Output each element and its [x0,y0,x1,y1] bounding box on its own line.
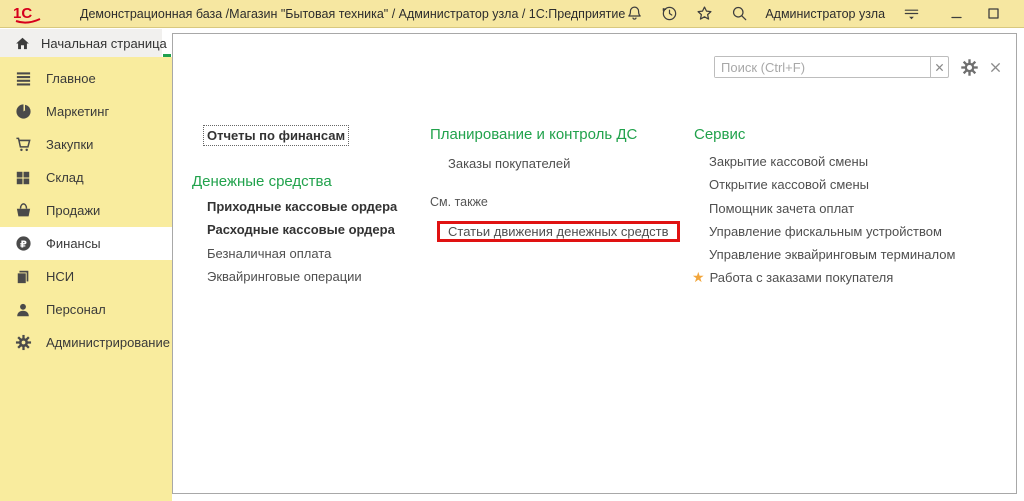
tab-home-label: Начальная страница [41,36,167,51]
minimize-button[interactable] [947,5,965,23]
link-cashless-payment[interactable]: Безналичная оплата [207,242,397,265]
column-planning: Планирование и контроль ДС Заказы покупа… [430,125,680,242]
person-icon [14,301,32,319]
panel-close-icon[interactable] [990,62,1001,73]
link-outgoing-cash-orders[interactable]: Расходные кассовые ордера [207,218,397,241]
sidebar-item-nsi[interactable]: НСИ [0,260,172,293]
section-title-planning: Планирование и контроль ДС [430,125,680,145]
finance-reports-link[interactable]: Отчеты по финансам [203,125,349,146]
link-payment-offset-assistant[interactable]: Помощник зачета оплат [709,197,955,220]
sidebar-item-label: Склад [46,170,84,185]
sidebar: Главное Маркетинг Закупки [0,57,172,501]
workspace: Начальная страница Главное Маркетинг [0,29,1024,501]
column-service: Сервис Закрытие кассовой смены Открытие … [694,125,955,290]
stacked-pages-icon [14,268,32,286]
svg-text:₽: ₽ [20,239,27,250]
current-user[interactable]: Администратор узла [765,7,885,21]
link-customer-orders-work[interactable]: Работа с заказами покупателя [710,266,894,289]
sidebar-item-personnel[interactable]: Персонал [0,293,172,326]
service-menu-icon[interactable] [902,5,920,23]
home-icon [13,34,31,52]
notifications-bell-icon[interactable] [625,5,643,23]
search-clear-button[interactable] [930,57,948,77]
maximize-button[interactable] [984,5,1002,23]
section-title-cash: Денежные средства [192,172,397,192]
sidebar-item-administration[interactable]: Администрирование [0,326,172,359]
sidebar-item-main[interactable]: Главное [0,62,172,95]
sidebar-item-purchases[interactable]: Закупки [0,128,172,161]
ruble-circle-icon: ₽ [14,235,32,253]
search-input[interactable] [715,57,930,77]
panel-settings-gear-icon[interactable] [960,58,979,77]
sidebar-item-label: Персонал [46,302,106,317]
sidebar-item-label: Администрирование [46,335,170,350]
1c-logo-icon: 1С [10,3,44,25]
titlebar: 1С Демонстрационная база /Магазин "Бытов… [0,0,1024,28]
favorite-star-icon: ★ [692,266,705,289]
search-box [714,56,949,78]
sidebar-item-marketing[interactable]: Маркетинг [0,95,172,128]
favorites-star-icon[interactable] [695,5,713,23]
basket-icon [14,202,32,220]
sidebar-item-label: Продажи [46,203,100,218]
svg-text:1С: 1С [13,5,32,22]
history-icon[interactable] [660,5,678,23]
link-acquiring-operations[interactable]: Эквайринговые операции [207,265,397,288]
link-cash-flow-items-highlighted[interactable]: Статьи движения денежных средств [437,221,680,242]
link-open-cash-shift[interactable]: Открытие кассовой смены [709,173,955,196]
sidebar-item-label: Финансы [46,236,101,251]
section-title-service: Сервис [694,125,955,145]
sidebar-item-sales[interactable]: Продажи [0,194,172,227]
window-title: Демонстрационная база /Магазин "Бытовая … [80,7,625,21]
sidebar-item-label: Маркетинг [46,104,109,119]
sidebar-item-label: НСИ [46,269,74,284]
section-functions-panel: Отчеты по финансам Денежные средства При… [172,33,1017,494]
see-also-label: См. также [430,191,680,215]
sidebar-item-label: Закупки [46,137,93,152]
column-cash: Отчеты по финансам Денежные средства При… [192,125,397,288]
global-search-icon[interactable] [730,5,748,23]
menu-lines-icon [14,70,32,88]
grid-boxes-icon [14,169,32,187]
link-fiscal-device-management[interactable]: Управление фискальным устройством [709,220,955,243]
gear-icon [14,334,32,352]
sidebar-item-label: Главное [46,71,96,86]
sidebar-item-warehouse[interactable]: Склад [0,161,172,194]
cart-icon [14,136,32,154]
link-close-cash-shift[interactable]: Закрытие кассовой смены [709,150,955,173]
link-customer-orders[interactable]: Заказы покупателей [448,152,680,175]
sidebar-item-finance[interactable]: ₽ Финансы [0,227,172,260]
pie-chart-icon [14,103,32,121]
link-acquiring-terminal-management[interactable]: Управление эквайринговым терминалом [709,243,955,266]
link-incoming-cash-orders[interactable]: Приходные кассовые ордера [207,195,397,218]
tab-home[interactable]: Начальная страница [0,29,162,57]
